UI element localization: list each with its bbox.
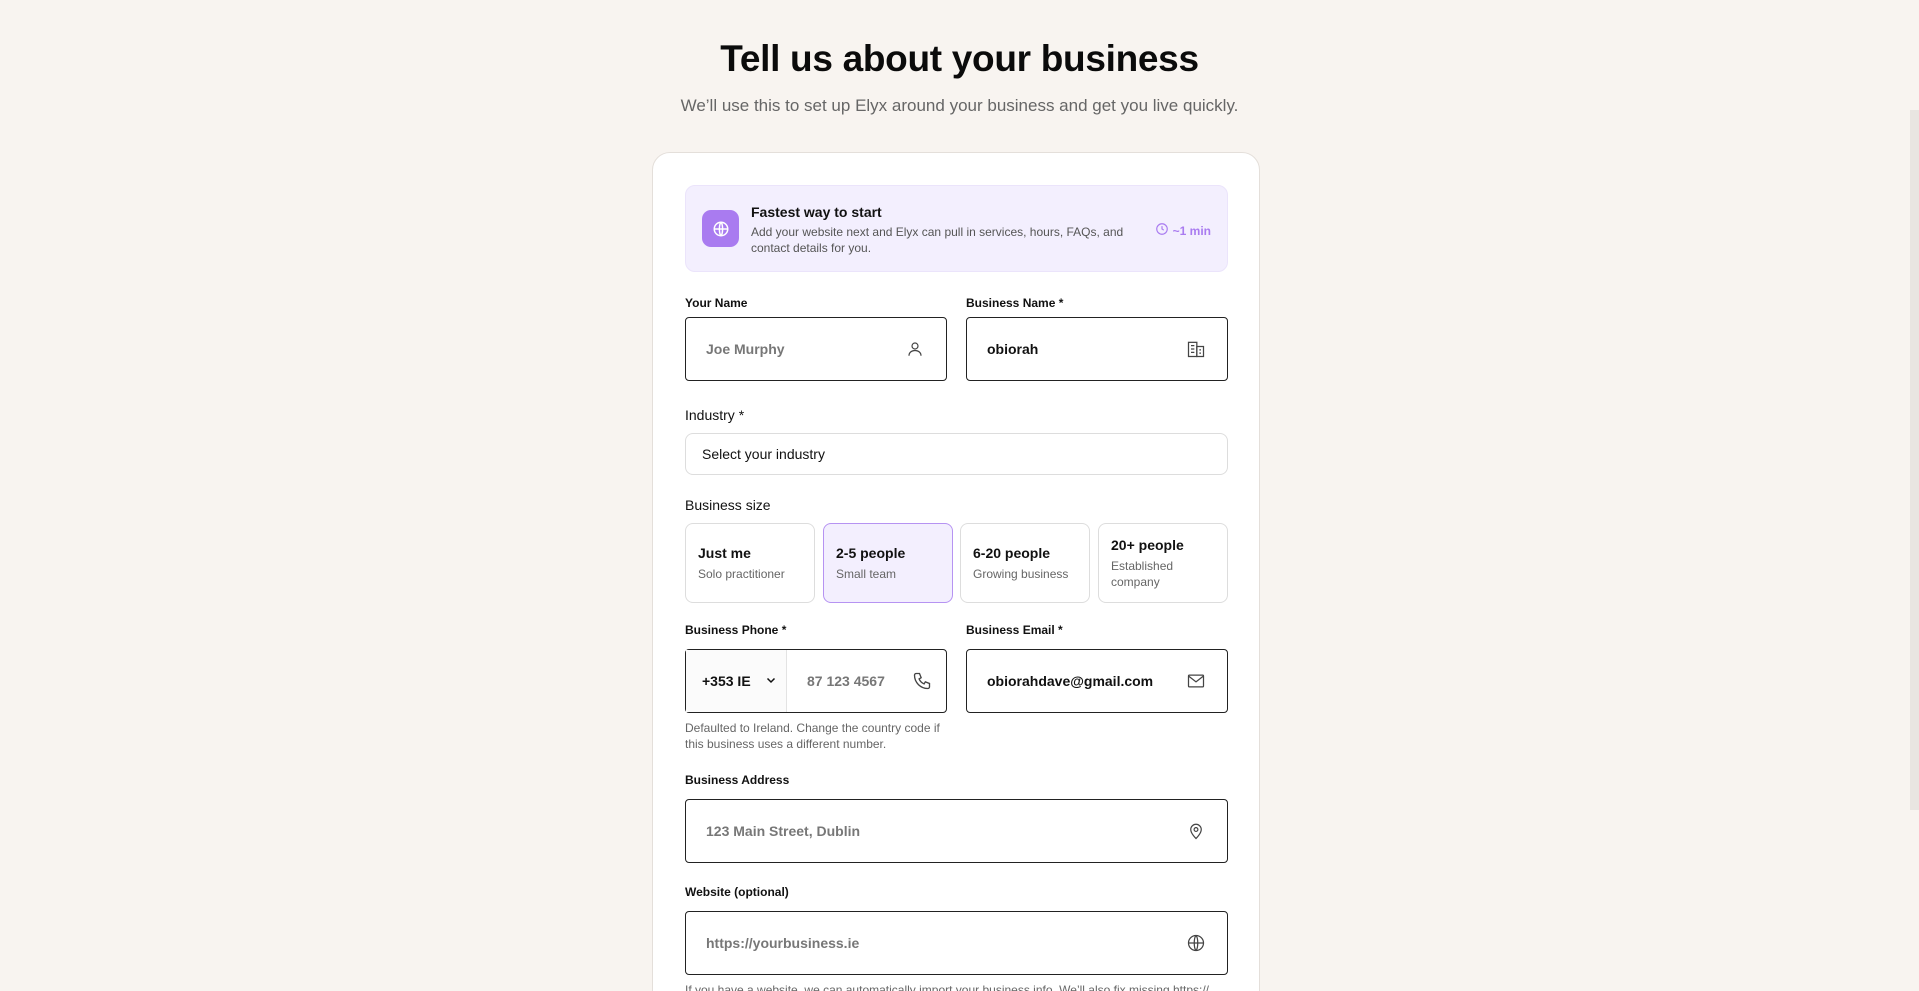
website-hint: If you have a website, we can automatica… xyxy=(685,983,1210,991)
time-estimate-text: ~1 min xyxy=(1172,223,1211,238)
business-email-input[interactable]: obiorahdave@gmail.com xyxy=(966,649,1228,713)
globe-icon xyxy=(1185,932,1207,954)
industry-label: Industry * xyxy=(685,407,745,423)
size-option-6-20-people[interactable]: 6-20 people Growing business xyxy=(960,523,1090,603)
business-email-label: Business Email * xyxy=(966,623,1063,637)
map-pin-icon xyxy=(1185,820,1207,842)
business-name-value: obiorah xyxy=(987,341,1039,357)
size-option-subtitle: Solo practitioner xyxy=(698,566,785,581)
size-option-subtitle: Small team xyxy=(836,566,897,581)
industry-selected-value: Select your industry xyxy=(702,446,825,462)
page-title: Tell us about your business xyxy=(720,38,1199,79)
your-name-label: Your Name xyxy=(685,296,748,310)
page: Tell us about your business We’ll use th… xyxy=(0,0,1919,991)
country-code-select[interactable]: +353 IE xyxy=(686,650,787,712)
business-email-value: obiorahdave@gmail.com xyxy=(987,673,1154,689)
business-form-card: Fastest way to start Add your website ne… xyxy=(652,152,1260,991)
size-option-title: 6-20 people xyxy=(973,544,1051,561)
clock-icon xyxy=(1155,222,1169,239)
banner-time-estimate: ~1 min xyxy=(1155,222,1211,239)
chevron-down-icon xyxy=(765,673,777,689)
fastest-start-banner: Fastest way to start Add your website ne… xyxy=(685,185,1228,272)
size-option-2-5-people[interactable]: 2-5 people Small team xyxy=(823,523,953,603)
business-name-label: Business Name * xyxy=(966,296,1064,310)
mail-icon xyxy=(1185,670,1207,692)
business-name-input[interactable]: obiorah xyxy=(966,317,1228,381)
size-option-subtitle: Established company xyxy=(1111,558,1174,589)
banner-title: Fastest way to start xyxy=(751,204,882,220)
building-icon xyxy=(1185,338,1207,360)
business-address-placeholder: 123 Main Street, Dublin xyxy=(706,823,861,839)
globe-icon xyxy=(702,210,739,247)
size-option-just-me[interactable]: Just me Solo practitioner xyxy=(685,523,815,603)
business-phone-label: Business Phone * xyxy=(685,623,787,637)
business-phone-input[interactable]: 87 123 4567 xyxy=(787,650,898,712)
size-option-title: 2-5 people xyxy=(836,544,906,561)
your-name-placeholder: Joe Murphy xyxy=(706,341,785,357)
page-subtitle: We’ll use this to set up Elyx around you… xyxy=(680,96,1239,115)
country-code-value: +353 IE xyxy=(702,673,751,689)
page-scrollbar[interactable] xyxy=(1910,110,1919,810)
website-placeholder: https://yourbusiness.ie xyxy=(706,935,860,951)
business-size-label: Business size xyxy=(685,497,771,513)
size-option-20-plus-people[interactable]: 20+ people Established company xyxy=(1098,523,1228,603)
business-address-input[interactable]: 123 Main Street, Dublin xyxy=(685,799,1228,863)
business-address-label: Business Address xyxy=(685,773,790,787)
business-phone-hint: Defaulted to Ireland. Change the country… xyxy=(685,721,940,751)
banner-description: Add your website next and Elyx can pull … xyxy=(751,225,1124,255)
industry-select[interactable]: Select your industry xyxy=(685,433,1228,475)
page-header: Tell us about your business We’ll use th… xyxy=(0,38,1919,116)
size-option-subtitle: Growing business xyxy=(973,566,1069,581)
phone-icon xyxy=(898,650,946,712)
your-name-input[interactable]: Joe Murphy xyxy=(685,317,947,381)
website-label: Website (optional) xyxy=(685,885,789,899)
user-icon xyxy=(904,338,926,360)
business-phone-group: +353 IE 87 123 4567 xyxy=(685,649,947,713)
business-phone-placeholder: 87 123 4567 xyxy=(807,673,885,689)
size-option-title: 20+ people xyxy=(1111,536,1184,553)
size-option-title: Just me xyxy=(698,544,751,561)
website-input[interactable]: https://yourbusiness.ie xyxy=(685,911,1228,975)
